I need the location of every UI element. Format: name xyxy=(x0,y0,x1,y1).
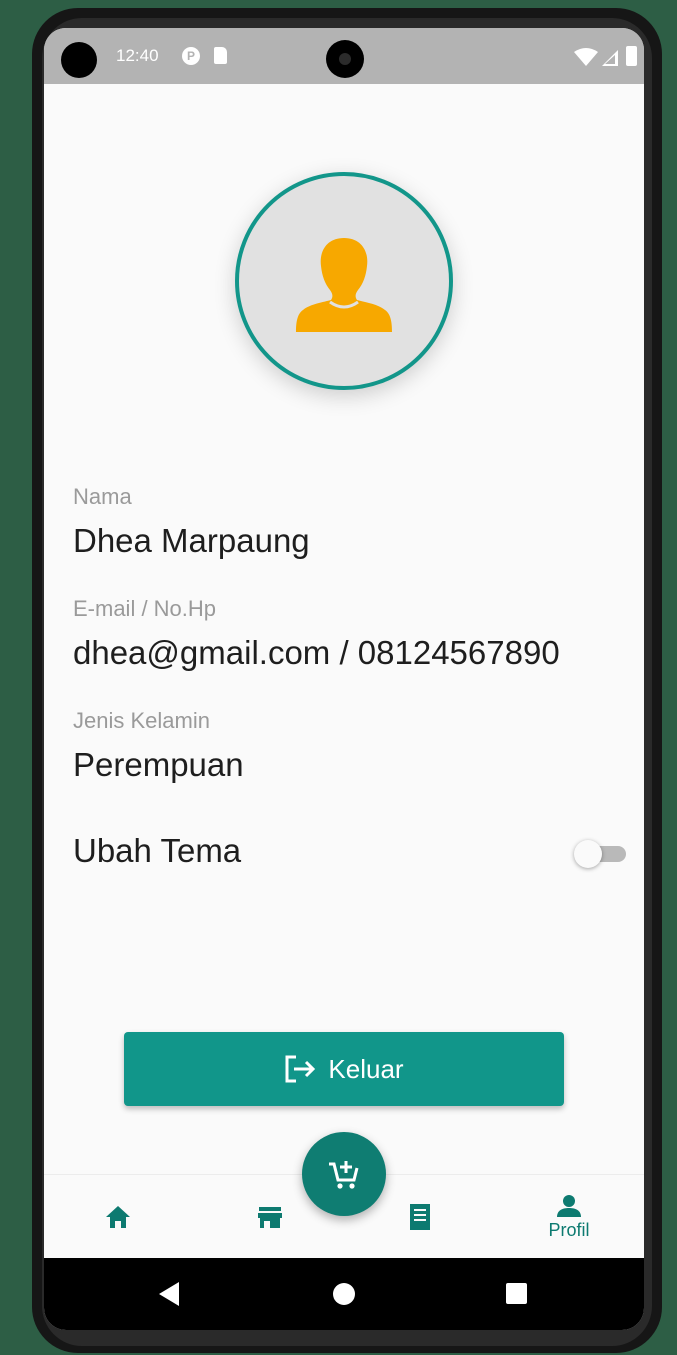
cart-fab-button[interactable] xyxy=(302,1132,386,1216)
p-icon: P xyxy=(182,47,200,65)
home-icon xyxy=(106,1206,130,1228)
status-time: 12:40 xyxy=(116,46,159,65)
nav-orders[interactable] xyxy=(390,1175,450,1259)
nav-profile-label: Profil xyxy=(548,1219,590,1240)
logout-button[interactable]: Keluar xyxy=(124,1032,564,1106)
home-circle-icon[interactable] xyxy=(333,1283,355,1305)
status-bar: 12:40 P xyxy=(44,28,644,84)
profile-avatar[interactable] xyxy=(235,172,453,390)
store-icon xyxy=(258,1207,282,1228)
add-to-cart-icon xyxy=(329,1161,359,1189)
receipt-icon xyxy=(410,1204,430,1230)
theme-toggle-switch[interactable] xyxy=(574,838,628,868)
system-navigation-bar xyxy=(44,1258,644,1330)
sd-card-icon xyxy=(214,47,227,64)
nav-store[interactable] xyxy=(240,1175,300,1259)
nav-home[interactable] xyxy=(88,1175,148,1259)
wifi-icon xyxy=(574,48,598,66)
front-sensor xyxy=(61,42,97,78)
logout-icon xyxy=(285,1055,316,1083)
nav-profile[interactable]: Profil xyxy=(529,1175,609,1259)
email-phone-value: dhea@gmail.com / 08124567890 xyxy=(73,634,560,671)
gender-label: Jenis Kelamin xyxy=(73,708,210,733)
person-icon xyxy=(557,1194,581,1217)
person-icon xyxy=(296,238,392,332)
name-value: Dhea Marpaung xyxy=(73,522,310,559)
camera-cutout xyxy=(326,40,364,78)
theme-toggle-label: Ubah Tema xyxy=(73,832,242,869)
gender-value: Perempuan xyxy=(73,746,244,783)
email-phone-label: E-mail / No.Hp xyxy=(73,596,217,621)
battery-icon xyxy=(626,46,637,66)
app-screen: 12:40 P Nama Dhea Marpaung E-mail / No.H… xyxy=(44,28,644,1330)
recents-icon[interactable] xyxy=(506,1283,527,1304)
back-icon[interactable] xyxy=(159,1282,179,1306)
toggle-knob xyxy=(574,840,602,868)
status-right-icons xyxy=(574,46,637,66)
logout-label: Keluar xyxy=(328,1053,404,1084)
name-label: Nama xyxy=(73,484,132,509)
